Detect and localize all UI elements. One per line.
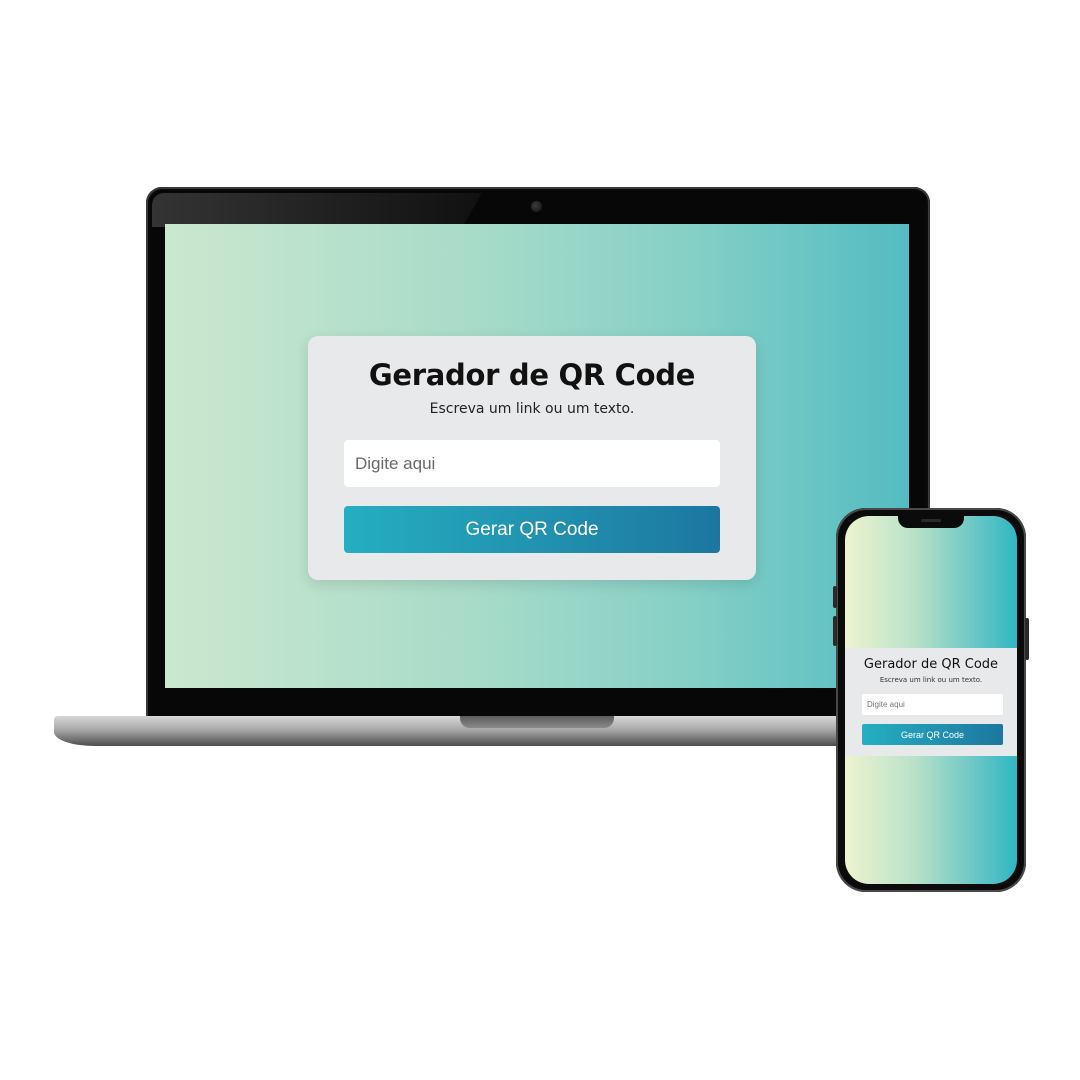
laptop-screen: Gerador de QR Code Escreva um link ou um…	[165, 224, 909, 688]
phone-volume-button	[833, 616, 837, 646]
phone-screen: Gerador de QR Code Escreva um link ou um…	[845, 516, 1017, 884]
mobile-generate-qr-button[interactable]: Gerar QR Code	[862, 724, 1003, 745]
mobile-qr-generator-card: Gerador de QR Code Escreva um link ou um…	[845, 648, 1017, 756]
qr-generator-card: Gerador de QR Code Escreva um link ou um…	[308, 336, 756, 580]
laptop-trackpad-notch	[460, 716, 614, 728]
phone-side-button	[833, 586, 837, 608]
phone-notch	[898, 516, 964, 528]
phone-power-button	[1025, 618, 1029, 660]
mobile-page-title: Gerador de QR Code	[863, 657, 999, 672]
page-subtitle: Escreva um link ou um texto.	[429, 401, 635, 417]
device-mockup-scene: Gerador de QR Code Escreva um link ou um…	[0, 0, 1080, 1080]
speaker-icon	[921, 519, 941, 522]
qr-text-input[interactable]	[344, 440, 720, 487]
mobile-page-subtitle: Escreva um link ou um texto.	[879, 676, 983, 684]
generate-qr-button[interactable]: Gerar QR Code	[344, 506, 720, 553]
mobile-qr-text-input[interactable]	[862, 694, 1003, 715]
page-title: Gerador de QR Code	[368, 358, 696, 392]
webcam-icon	[531, 201, 542, 212]
